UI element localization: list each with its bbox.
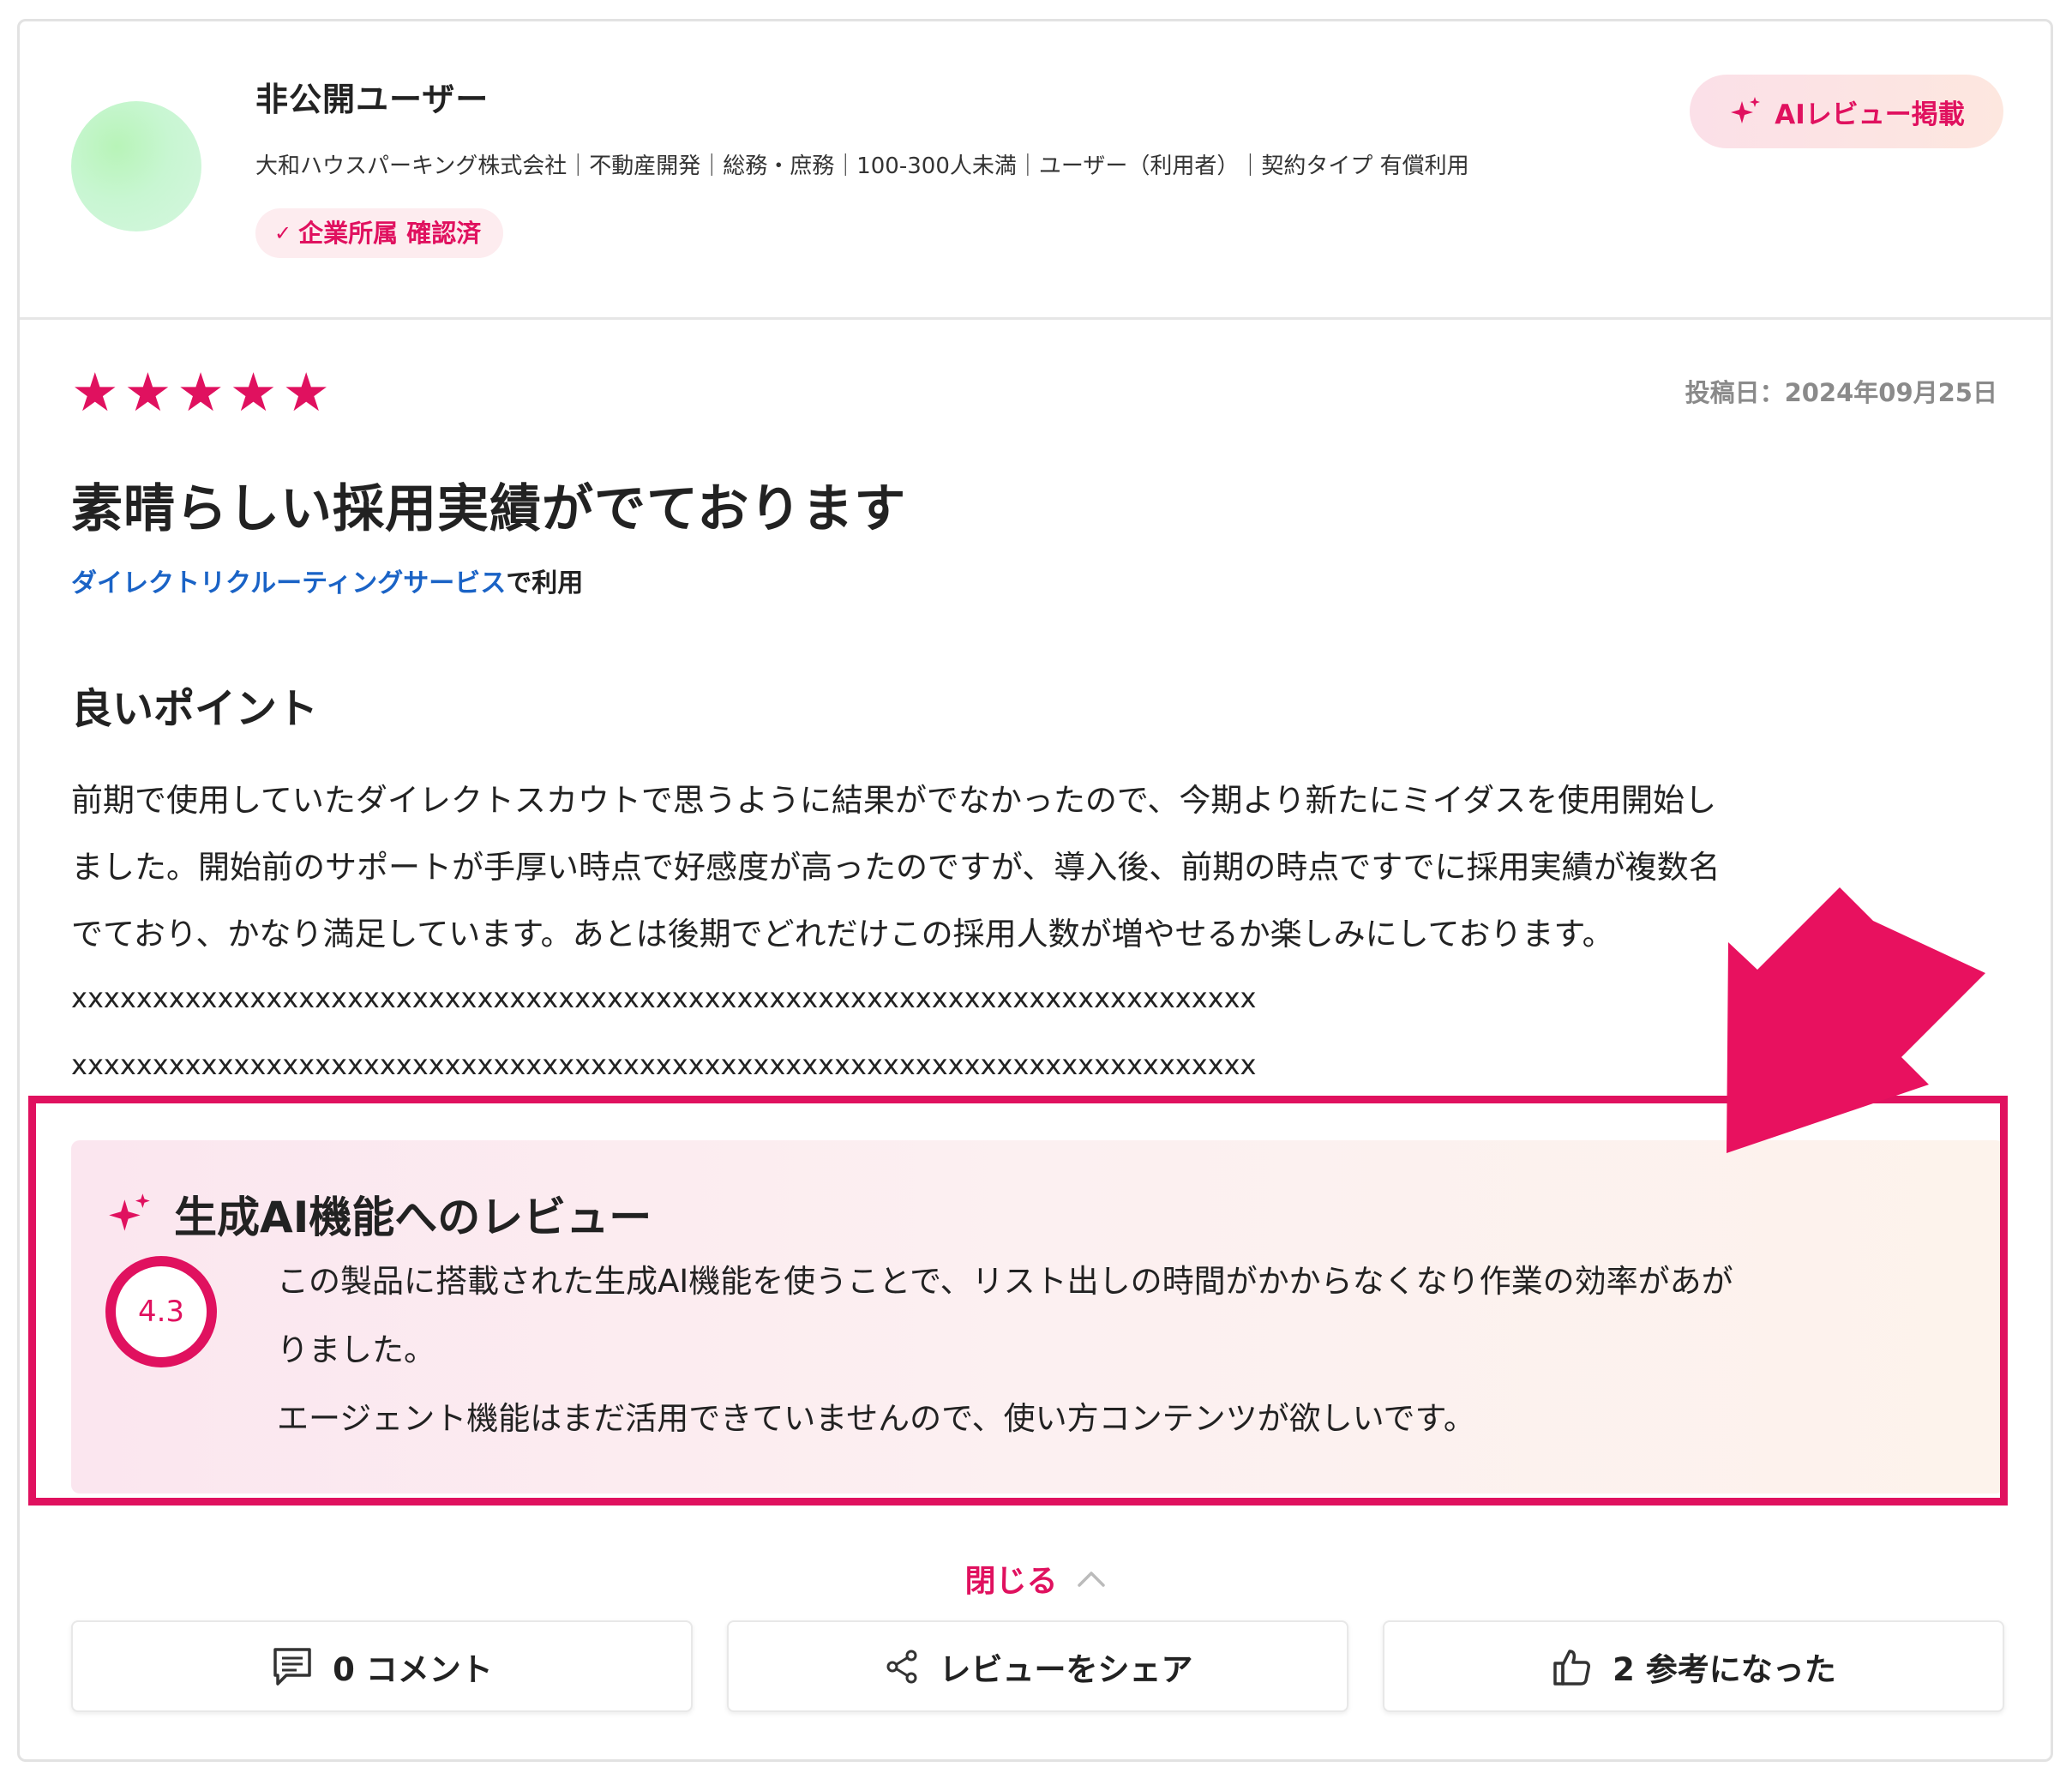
sparkle-icon <box>1731 97 1761 123</box>
reviewer-header: 非公開ユーザー 大和ハウスパーキング株式会社｜不動産開発｜総務・庶務｜100-3… <box>20 21 2051 320</box>
star-icon: ★ <box>71 361 119 424</box>
masked-text-line: xxxxxxxxxxxxxxxxxxxxxxxxxxxxxxxxxxxxxxxx… <box>71 1049 1257 1081</box>
star-icon: ★ <box>177 361 225 424</box>
masked-text-line: xxxxxxxxxxxxxxxxxxxxxxxxxxxxxxxxxxxxxxxx… <box>71 982 1257 1014</box>
check-icon: ✓ <box>274 221 292 245</box>
verified-label: 企業所属 確認済 <box>298 219 482 248</box>
review-body-line: 前期で使用していたダイレクトスカウトで思うように結果がでなかったので、今期より新… <box>71 782 1717 819</box>
close-toggle[interactable]: 閉じる <box>20 1556 2051 1601</box>
pointer-arrow-icon <box>1727 887 1985 1153</box>
ai-badge-label: AIレビュー掲載 <box>1775 99 1965 130</box>
user-name: 非公開ユーザー <box>255 81 489 118</box>
review-actions: 0 コメント レビューをシェア 2 参考になった <box>71 1620 2004 1712</box>
helpful-label: 2 参考になった <box>1613 1650 1836 1688</box>
comment-button[interactable]: 0 コメント <box>71 1620 693 1712</box>
share-button[interactable]: レビューをシェア <box>727 1620 1348 1712</box>
star-icon: ★ <box>123 361 172 424</box>
star-icon: ★ <box>229 361 278 424</box>
user-meta: 大和ハウスパーキング株式会社｜不動産開発｜総務・庶務｜100-300人未満｜ユー… <box>255 153 1469 179</box>
verified-badge: ✓ 企業所属 確認済 <box>255 208 504 258</box>
rating-stars: ★ ★ ★ ★ ★ <box>71 366 330 419</box>
thumbs-up-icon <box>1553 1649 1591 1686</box>
share-icon <box>886 1650 916 1683</box>
helpful-button[interactable]: 2 参考になった <box>1383 1620 2004 1712</box>
review-title: 素晴らしい採用実績がでております <box>71 479 907 539</box>
star-icon: ★ <box>282 361 330 424</box>
avatar <box>71 101 201 231</box>
service-line: ダイレクトリクルーティングサービスで利用 <box>71 562 583 599</box>
comment-label: 0 コメント <box>333 1650 493 1688</box>
comment-icon <box>273 1647 311 1686</box>
ai-review-badge: AIレビュー掲載 <box>1690 75 2003 148</box>
share-label: レビューをシェア <box>939 1650 1193 1688</box>
service-suffix: で利用 <box>506 568 584 598</box>
post-date: 投稿日：2024年09月25日 <box>1685 378 1997 407</box>
service-link[interactable]: ダイレクトリクルーティングサービス <box>71 568 506 598</box>
good-points-heading: 良いポイント <box>71 685 319 733</box>
chevron-up-icon <box>1077 1572 1105 1587</box>
close-label: 閉じる <box>964 1564 1058 1599</box>
